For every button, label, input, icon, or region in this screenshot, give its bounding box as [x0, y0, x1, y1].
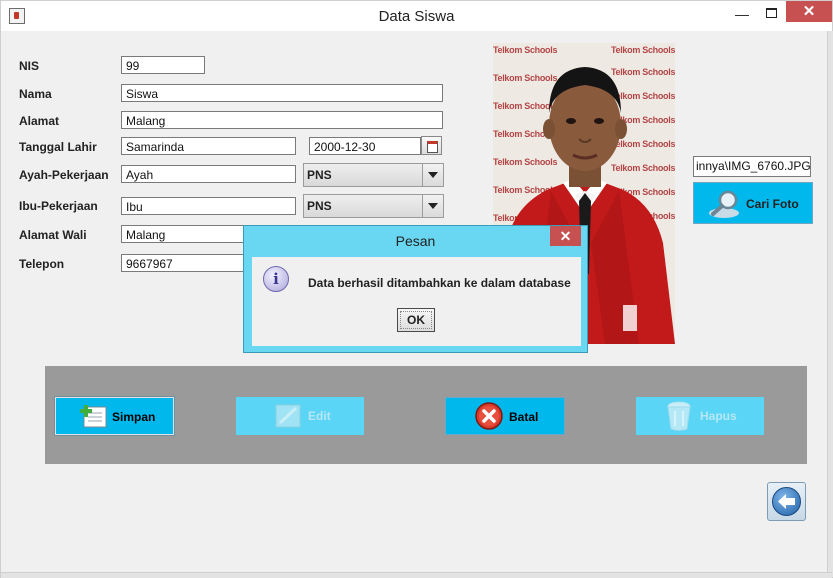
close-button[interactable]: ✕: [786, 1, 832, 22]
cancel-icon: [475, 402, 503, 430]
batal-button[interactable]: Batal: [445, 397, 565, 435]
edit-icon: [275, 404, 301, 428]
ibu-pekerjaan-label: Ibu-Pekerjaan: [19, 199, 98, 213]
back-arrow-icon: [772, 487, 801, 516]
calendar-icon[interactable]: [421, 136, 442, 155]
dialog-message: Data berhasil ditambahkan ke dalam datab…: [308, 276, 571, 290]
ayah-name-field[interactable]: Ayah: [121, 165, 296, 183]
simpan-button[interactable]: Simpan: [54, 396, 175, 436]
dialog-title: Pesan: [395, 233, 436, 249]
back-button[interactable]: [767, 482, 806, 521]
alamat-field[interactable]: Malang: [121, 111, 443, 129]
ibu-pekerjaan-value: PNS: [307, 199, 332, 213]
info-icon: i: [263, 266, 289, 292]
window-right-border: [827, 31, 833, 577]
nama-label: Nama: [19, 87, 52, 101]
hapus-button[interactable]: Hapus: [636, 397, 764, 435]
cari-foto-label: Cari Foto: [746, 197, 799, 211]
telepon-label: Telepon: [19, 257, 65, 271]
add-document-icon: [80, 405, 107, 428]
dialog-close-button[interactable]: ✕: [550, 226, 581, 246]
window-bottom-border: [1, 572, 832, 578]
tanggal-lahir-label: Tanggal Lahir: [19, 140, 97, 154]
hapus-label: Hapus: [700, 409, 737, 423]
ayah-pekerjaan-select[interactable]: PNS: [303, 163, 444, 187]
batal-label: Batal: [509, 410, 539, 424]
title-bar[interactable]: Data Siswa — ✕: [1, 1, 832, 31]
maximize-button[interactable]: [761, 4, 785, 24]
edit-button[interactable]: Edit: [236, 397, 364, 435]
search-icon: [709, 190, 739, 218]
cari-foto-button[interactable]: Cari Foto: [693, 182, 813, 224]
ayah-pekerjaan-value: PNS: [307, 168, 332, 182]
dialog-body: i Data berhasil ditambahkan ke dalam dat…: [252, 257, 581, 346]
edit-label: Edit: [308, 409, 331, 423]
photo-path-field[interactable]: innya\IMG_6760.JPG: [693, 156, 811, 177]
message-dialog: Pesan ✕ i Data berhasil ditambahkan ke d…: [243, 225, 588, 353]
chevron-down-icon[interactable]: [422, 195, 443, 217]
ayah-pekerjaan-label: Ayah-Pekerjaan: [19, 168, 109, 182]
ibu-name-field[interactable]: Ibu: [121, 197, 296, 215]
trash-icon: [667, 401, 691, 431]
minimize-button[interactable]: —: [730, 4, 754, 24]
tempat-lahir-field[interactable]: Samarinda: [121, 137, 296, 155]
simpan-label: Simpan: [112, 410, 156, 424]
window-title: Data Siswa: [378, 8, 455, 25]
ok-button[interactable]: OK: [397, 308, 435, 332]
nis-field[interactable]: 99: [121, 56, 205, 74]
chevron-down-icon[interactable]: [422, 164, 443, 186]
main-window: Data Siswa — ✕ NIS Nama Alamat Tanggal L…: [0, 0, 833, 578]
alamat-label: Alamat: [19, 114, 60, 128]
action-panel: Simpan Edit Batal Hapus: [45, 366, 807, 464]
ibu-pekerjaan-select[interactable]: PNS: [303, 194, 444, 218]
tanggal-lahir-field[interactable]: 2000-12-30: [309, 137, 421, 155]
nis-label: NIS: [19, 59, 40, 73]
alamat-wali-label: Alamat Wali: [19, 228, 87, 242]
nama-field[interactable]: Siswa: [121, 84, 443, 102]
